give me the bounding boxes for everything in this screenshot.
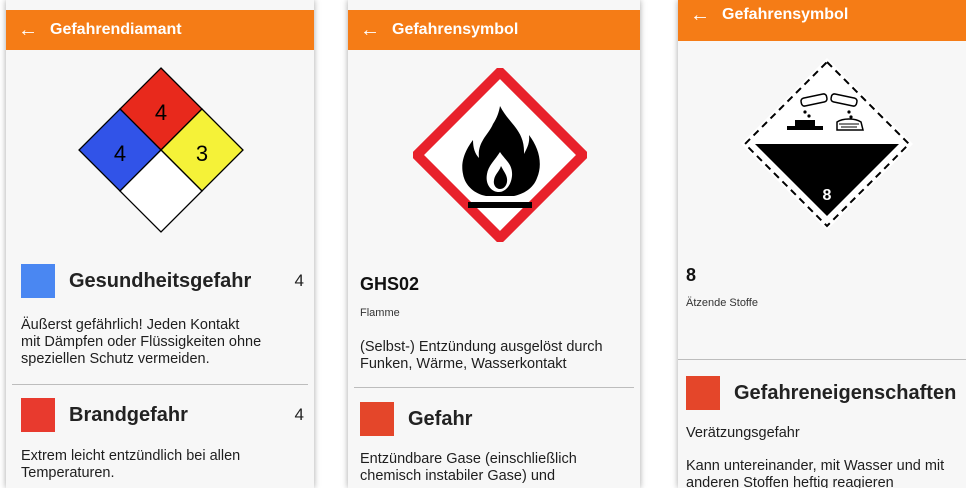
page-title: Gefahrensymbol <box>722 6 849 23</box>
health-hazard-row[interactable]: Gesundheitsgefahr 4 <box>21 264 304 298</box>
text-line: Extrem leicht entzündlich bei allen <box>21 448 241 464</box>
app-bar: ← Gefahrensymbol <box>348 10 640 50</box>
text-line: Kann untereinander, mit Wasser und mit <box>686 458 945 474</box>
text-line: (Selbst-) Entzündung ausgelöst durch <box>360 339 603 355</box>
symbol-name: Flamme <box>360 307 400 319</box>
divider <box>354 387 634 388</box>
back-arrow-icon[interactable]: ← <box>348 10 392 50</box>
danger-row[interactable]: Gefahr <box>360 402 630 436</box>
class-number: 8 <box>823 187 832 204</box>
text-line: chemisch instabiler Gase) und <box>360 468 556 484</box>
properties-subtitle: Verätzungsgefahr <box>686 425 800 441</box>
fire-description: Extrem leicht entzündlich bei allen Temp… <box>21 448 306 482</box>
text-line: Temperaturen. <box>21 465 115 481</box>
danger-color-swatch <box>360 402 394 436</box>
app-bar: ← Gefahrensymbol <box>678 0 966 41</box>
section-label: Brandgefahr <box>69 403 188 426</box>
section-value: 4 <box>294 271 304 290</box>
section-value: 4 <box>294 405 304 424</box>
app-bar: ← Gefahrendiamant <box>6 10 314 50</box>
health-description: Äußerst gefährlich! Jeden Kontakt mit Dä… <box>21 317 306 368</box>
screen-adr-symbol: ← Gefahrensymbol 8 8 Ätzende Stoffe Gefa… <box>678 0 966 488</box>
corrosive-label-icon: 8 <box>741 58 913 230</box>
text-line: speziellen Schutz vermeiden. <box>21 351 210 367</box>
symbol-name: Ätzende Stoffe <box>686 297 758 309</box>
diamond-left-number: 4 <box>114 141 126 166</box>
flame-icon <box>413 68 587 242</box>
nfpa-diamond: 4 4 3 <box>78 67 244 233</box>
diamond-top-number: 4 <box>155 100 167 125</box>
properties-color-swatch <box>686 376 720 410</box>
fire-color-swatch <box>21 398 55 432</box>
fire-hazard-row[interactable]: Brandgefahr 4 <box>21 398 304 432</box>
divider <box>12 384 308 385</box>
text-line: mit Dämpfen oder Flüssigkeiten ohne <box>21 334 262 350</box>
section-label: Gefahreneigenschaften <box>734 381 957 404</box>
screen-hazard-diamond: ← Gefahrendiamant 4 4 3 Gesundheitsgefah… <box>6 0 314 488</box>
text-line: Äußerst gefährlich! Jeden Kontakt <box>21 317 240 333</box>
properties-description: Kann untereinander, mit Wasser und mit a… <box>686 458 966 488</box>
ghs-code: GHS02 <box>360 274 420 294</box>
section-label: Gesundheitsgefahr <box>69 269 252 292</box>
divider <box>678 359 966 360</box>
class-code: 8 <box>686 265 697 285</box>
section-label: Gefahr <box>408 407 473 430</box>
screen-ghs-symbol: ← Gefahrensymbol GHS02 Flamme (Selbst-) … <box>348 0 640 488</box>
danger-description: Entzündbare Gase (einschließlich chemisc… <box>360 451 635 485</box>
page-title: Gefahrensymbol <box>392 21 519 38</box>
properties-row[interactable]: Gefahreneigenschaften <box>686 376 966 410</box>
text-line: Funken, Wärme, Wasserkontakt <box>360 356 567 372</box>
back-arrow-icon[interactable]: ← <box>678 0 722 30</box>
page-title: Gefahrendiamant <box>50 21 182 38</box>
symbol-description: (Selbst-) Entzündung ausgelöst durch Fun… <box>360 339 635 373</box>
diamond-right-number: 3 <box>196 141 208 166</box>
health-color-swatch <box>21 264 55 298</box>
back-arrow-icon[interactable]: ← <box>6 10 50 50</box>
text-line: Entzündbare Gase (einschließlich <box>360 451 577 467</box>
text-line: anderen Stoffen heftig reagieren <box>686 475 894 488</box>
